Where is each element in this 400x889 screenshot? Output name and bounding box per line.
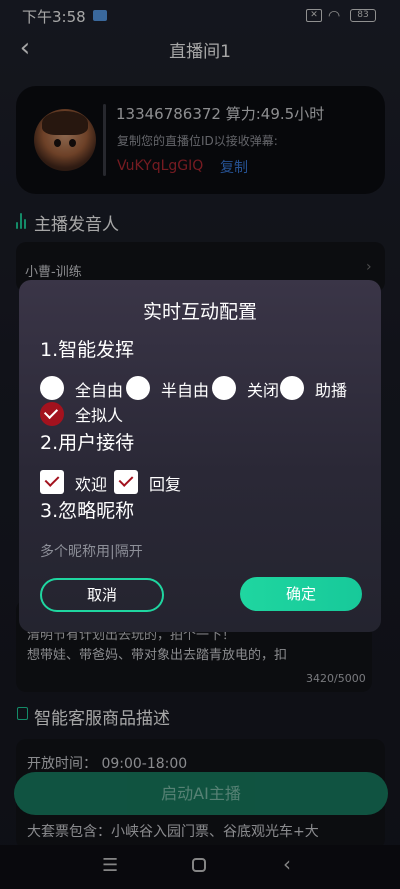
cancel-button[interactable]: 取消 (40, 578, 164, 612)
checkbox-label: 欢迎 (75, 475, 108, 494)
radio-assistant[interactable] (280, 376, 304, 400)
ignore-nickname-input[interactable]: 多个昵称用|隔开 (40, 541, 143, 561)
checkbox-welcome[interactable] (40, 470, 64, 494)
option-label: 关闭 (247, 381, 280, 400)
section-user-reception: 2.用户接待 (40, 432, 135, 454)
radio-full-human-like[interactable] (40, 402, 64, 426)
option-label: 助播 (315, 381, 348, 400)
section-ignore-nicknames: 3.忽略昵称 (40, 500, 135, 522)
checkbox-label: 回复 (149, 475, 182, 494)
option-label: 半自由 (161, 381, 210, 400)
section-smart-play: 1.智能发挥 (40, 339, 135, 361)
option-label: 全拟人 (75, 406, 124, 425)
radio-full-free[interactable] (40, 376, 64, 400)
radio-off[interactable] (212, 376, 236, 400)
confirm-button[interactable]: 确定 (240, 577, 362, 611)
option-label: 全自由 (75, 381, 124, 400)
dialog-title: 实时互动配置 (142, 301, 257, 323)
checkbox-reply[interactable] (114, 470, 138, 494)
radio-half-free[interactable] (126, 376, 150, 400)
